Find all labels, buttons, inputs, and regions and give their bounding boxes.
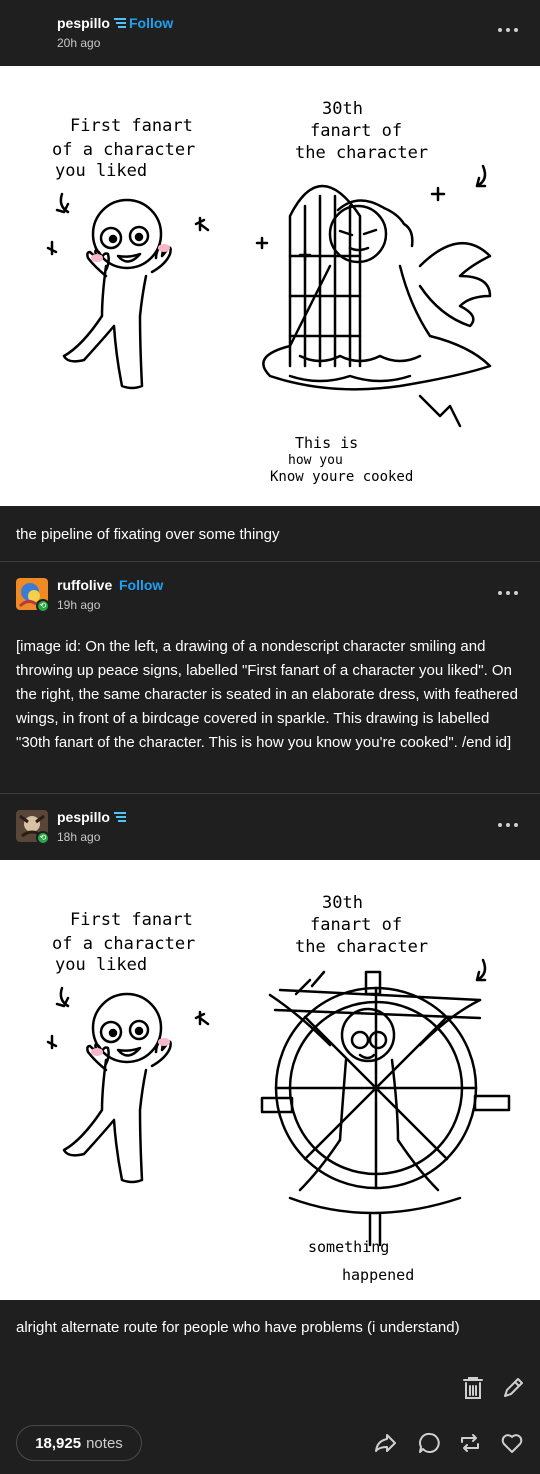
bottom-label-line-3: Know youre cooked xyxy=(270,469,413,485)
more-icon[interactable] xyxy=(498,25,518,35)
more-icon[interactable] xyxy=(498,820,518,830)
username-text[interactable]: pespillo xyxy=(57,15,110,31)
bottom-label-line-2: how you xyxy=(288,453,343,468)
left-label-line-3: you liked xyxy=(55,161,147,181)
delete-icon[interactable] xyxy=(460,1375,486,1401)
edit-icon[interactable] xyxy=(500,1375,526,1401)
more-icon[interactable] xyxy=(498,588,518,598)
follow-button[interactable]: Follow xyxy=(129,15,173,31)
left-label-line-3: you liked xyxy=(55,955,147,975)
verified-icon xyxy=(113,18,126,28)
reblog-icon[interactable] xyxy=(457,1430,483,1456)
left-label-line-1: First fanart xyxy=(70,116,193,136)
right-label-line-2: fanart of xyxy=(310,121,402,141)
left-label-line-1: First fanart xyxy=(70,910,193,930)
post-caption-3: alright alternate route for people who h… xyxy=(16,1319,460,1336)
bottom-label-line-1: something xyxy=(308,1238,389,1256)
verified-icon xyxy=(113,812,126,822)
post-header-3: ⟲ pespillo 18h ago xyxy=(0,794,540,860)
bottom-label-line-2: happened xyxy=(342,1266,414,1284)
username[interactable]: pespillo xyxy=(57,809,127,825)
post-image-2: First fanart of a character you liked 30… xyxy=(0,860,540,1300)
follow-button[interactable]: Follow xyxy=(119,577,163,593)
like-icon[interactable] xyxy=(499,1430,525,1456)
right-label-line-1: 30th xyxy=(322,99,363,119)
reblog-badge-icon: ⟲ xyxy=(36,599,50,613)
post-header-2: ⟲ ruffolive Follow 19h ago xyxy=(0,562,540,632)
image-description: [image id: On the left, a drawing of a n… xyxy=(16,638,518,751)
right-label-line-3: the character xyxy=(295,143,428,163)
left-label-line-2: of a character xyxy=(52,140,195,160)
post-time: 19h ago xyxy=(57,598,101,612)
reply-icon[interactable] xyxy=(417,1430,443,1456)
post-time: 20h ago xyxy=(57,36,101,50)
post-image-1: First fanart of a character you liked 30… xyxy=(0,66,540,506)
right-label-line-2: fanart of xyxy=(310,915,402,935)
post-caption-1: the pipeline of fixating over some thing… xyxy=(16,526,280,543)
notes-label: notes xyxy=(86,1434,123,1452)
left-label-line-2: of a character xyxy=(52,934,195,954)
fanart-drawing: First fanart of a character you liked 30… xyxy=(46,99,492,485)
reblog-badge-icon: ⟲ xyxy=(36,831,50,845)
post-time: 18h ago xyxy=(57,830,101,844)
share-icon[interactable] xyxy=(373,1430,399,1456)
right-label-line-1: 30th xyxy=(322,893,363,913)
username-text[interactable]: pespillo xyxy=(57,809,110,825)
fanart-drawing: First fanart of a character you liked 30… xyxy=(46,893,511,1284)
notes-button[interactable]: 18,925 notes xyxy=(16,1425,142,1461)
right-label-line-3: the character xyxy=(295,937,428,957)
username[interactable]: ruffolive xyxy=(57,577,112,593)
post-header-1: pespillo Follow 20h ago xyxy=(0,0,540,66)
username[interactable]: pespillo xyxy=(57,15,127,31)
notes-count: 18,925 xyxy=(35,1434,82,1452)
bottom-label-line-1: This is xyxy=(295,434,358,452)
